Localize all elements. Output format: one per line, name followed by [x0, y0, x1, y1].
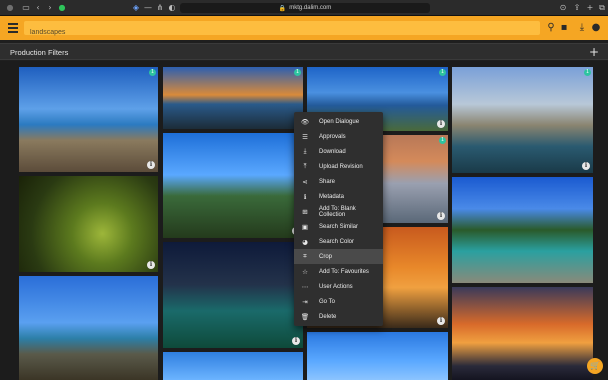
- hamburger-menu-icon[interactable]: [6, 21, 20, 35]
- context-menu: 👁 Open Dialogue ☰ Approvals ⤓ Download ⤒ Upl…: [294, 112, 383, 326]
- info-icon[interactable]: i: [437, 317, 445, 325]
- tile-blue-clouds[interactable]: [307, 332, 448, 380]
- cart-button[interactable]: 🛒: [587, 358, 603, 374]
- tile-hills-sea[interactable]: [19, 276, 158, 380]
- menu-item-search-color[interactable]: ◕ Search Color: [294, 234, 383, 249]
- tile-river-valley[interactable]: [452, 177, 593, 283]
- star-icon: ☆: [302, 267, 308, 276]
- info-icon: ℹ: [303, 192, 307, 201]
- tile-badge: 1: [439, 69, 446, 76]
- site-icon: ●: [58, 2, 66, 12]
- palette-icon: ◕: [302, 237, 308, 246]
- tile-cloud-sky[interactable]: [163, 352, 303, 380]
- menu-item-user-actions[interactable]: ⋯ User Actions: [294, 279, 383, 294]
- window-controls[interactable]: ●: [4, 0, 16, 16]
- trash-icon: 🗑: [300, 312, 310, 321]
- account-icon[interactable]: ●: [590, 22, 602, 34]
- search-field[interactable]: [24, 21, 540, 40]
- tile-sea-sunset[interactable]: [452, 287, 593, 380]
- info-icon[interactable]: i: [437, 212, 445, 220]
- tile-beach-rocks[interactable]: 1 i: [19, 67, 158, 172]
- save-icon[interactable]: ▪: [558, 22, 570, 34]
- menu-item-delete[interactable]: 🗑 Delete: [294, 309, 383, 324]
- menu-item-add-to-blank-collection[interactable]: ⊞ Add To: Blank Collection: [294, 204, 383, 219]
- add-filter-button[interactable]: +: [589, 45, 599, 59]
- tile-mountain-valley[interactable]: i: [163, 133, 303, 238]
- tile-cliff-coast[interactable]: 1: [163, 67, 303, 129]
- filter-bar: Production Filters +: [0, 43, 608, 60]
- menu-item-go-to[interactable]: ⇥ Go To: [294, 294, 383, 309]
- menu-item-metadata[interactable]: ℹ Metadata: [294, 189, 383, 204]
- menu-item-search-similar[interactable]: ▣ Search Similar: [294, 219, 383, 234]
- contrast-icon[interactable]: ◐: [166, 0, 178, 16]
- upload-icon[interactable]: ⤓: [576, 22, 588, 34]
- lock-icon: 🔒: [278, 5, 287, 12]
- info-icon[interactable]: i: [437, 120, 445, 128]
- menu-item-approvals[interactable]: ☰ Approvals: [294, 129, 383, 144]
- info-icon[interactable]: i: [147, 261, 155, 269]
- tile-badge: 1: [584, 69, 591, 76]
- download-icon[interactable]: ⊙: [557, 0, 569, 16]
- cart-icon: 🛒: [590, 361, 600, 370]
- menu-item-upload-revision[interactable]: ⤒ Upload Revision: [294, 159, 383, 174]
- checklist-icon: ☰: [302, 132, 308, 141]
- address-bar[interactable]: 🔒 mktg.dalim.com: [180, 3, 430, 13]
- browser-toolbar: ● ▭ ‹ › ● ◈ — ⋔ ◐ 🔒 mktg.dalim.com ⊙ ⇪ +…: [0, 0, 608, 16]
- menu-item-crop[interactable]: ⌗ Crop: [294, 249, 383, 264]
- menu-item-add-to-favourites[interactable]: ☆ Add To: Favourites: [294, 264, 383, 279]
- app-bar: ⚲ ▪ ⤓ ●: [0, 16, 608, 40]
- extension-icon-2[interactable]: ⋔: [154, 0, 166, 16]
- tile-olive-branch[interactable]: i: [19, 176, 158, 272]
- tile-badge: 1: [294, 69, 301, 76]
- share-icon: ⋖: [302, 177, 308, 186]
- image-search-icon: ▣: [301, 222, 309, 231]
- tile-limestone-cove[interactable]: 1 i: [452, 67, 593, 173]
- info-icon[interactable]: i: [292, 337, 300, 345]
- eye-icon: 👁: [300, 117, 310, 126]
- url-text: mktg.dalim.com: [289, 5, 332, 11]
- sidebar-icon[interactable]: ▭: [20, 0, 32, 16]
- forward-icon[interactable]: ›: [44, 0, 56, 16]
- menu-item-open-dialogue[interactable]: 👁 Open Dialogue: [294, 114, 383, 129]
- share-icon[interactable]: ⇪: [571, 0, 583, 16]
- upload-icon: ⤒: [303, 162, 307, 170]
- filter-title: Production Filters: [10, 48, 69, 57]
- goto-icon: ⇥: [302, 297, 308, 306]
- menu-item-share[interactable]: ⋖ Share: [294, 174, 383, 189]
- tile-badge: 1: [439, 137, 446, 144]
- search-icon[interactable]: ⚲: [545, 22, 557, 34]
- info-icon[interactable]: i: [582, 162, 590, 170]
- back-icon[interactable]: ‹: [32, 0, 44, 16]
- crop-icon: ⌗: [303, 252, 307, 260]
- new-tab-icon[interactable]: +: [584, 0, 596, 16]
- tabs-icon[interactable]: ⧉: [596, 0, 608, 16]
- tile-night-marina[interactable]: i: [163, 242, 303, 348]
- shield-icon[interactable]: ◈: [130, 0, 142, 16]
- menu-item-download[interactable]: ⤓ Download: [294, 144, 383, 159]
- extension-icon[interactable]: —: [142, 0, 154, 16]
- info-icon[interactable]: i: [147, 161, 155, 169]
- download-icon: ⤓: [303, 147, 307, 155]
- search-input[interactable]: [30, 25, 540, 40]
- add-collection-icon: ⊞: [302, 207, 308, 216]
- tile-badge: 1: [149, 69, 156, 76]
- more-icon: ⋯: [301, 282, 309, 291]
